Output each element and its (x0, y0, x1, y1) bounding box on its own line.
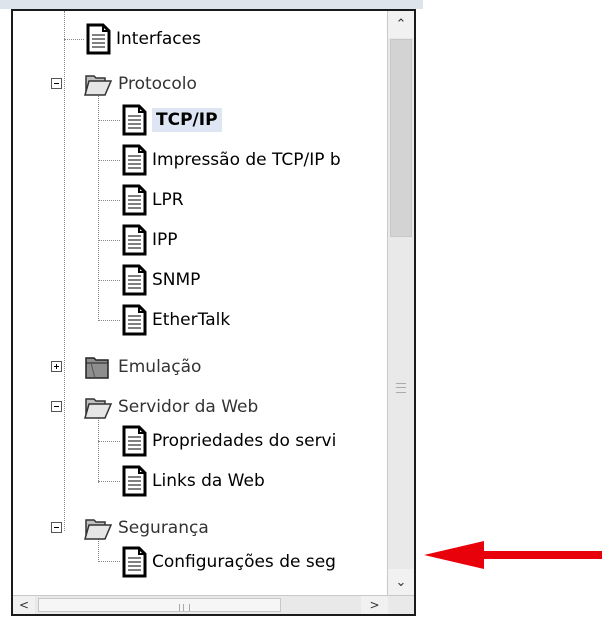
tree-item-label: Configurações de seg (152, 552, 336, 572)
tree-item-label: Interfaces (116, 29, 201, 49)
tree-item-interfaces[interactable]: Interfaces (81, 21, 201, 57)
scroll-grip-icon (396, 383, 406, 393)
document-icon (122, 224, 147, 256)
tree-item-servidor-web[interactable]: Servidor da Web (83, 389, 258, 425)
tree-item-seguranca[interactable]: Segurança (83, 510, 209, 546)
collapse-toggle[interactable] (51, 401, 62, 412)
expand-toggle[interactable] (51, 361, 62, 372)
folder-open-icon (84, 75, 113, 96)
document-icon (86, 23, 111, 55)
arrow-left-icon (424, 541, 602, 569)
tree-item-label: TCP/IP (152, 108, 222, 132)
scroll-grip-icon (179, 604, 190, 611)
folder-open-icon (84, 398, 113, 419)
scrollbar-corner (388, 596, 414, 614)
document-icon (122, 465, 147, 497)
horizontal-scrollbar[interactable]: < > (13, 595, 414, 614)
scroll-left-button[interactable]: < (13, 596, 35, 614)
tree-item-snmp[interactable]: SNMP (117, 262, 200, 298)
tree-item-ipp[interactable]: IPP (117, 222, 178, 258)
tree-item-lpr[interactable]: LPR (117, 182, 184, 218)
tree-panel: Interfaces Protocolo TCP/IP Impressão de… (11, 9, 416, 616)
horizontal-scroll-thumb[interactable] (38, 598, 281, 612)
collapse-toggle[interactable] (51, 78, 62, 89)
tree-item-label: Propriedades do servi (152, 431, 337, 451)
scroll-up-button[interactable]: ⌃ (388, 11, 414, 38)
document-icon (122, 546, 147, 578)
chevron-down-icon: ⌄ (395, 574, 407, 590)
tree-item-label: Segurança (118, 518, 209, 538)
tree-line (98, 93, 99, 321)
tree-line (64, 11, 65, 531)
tree-item-label: EtherTalk (152, 310, 231, 330)
tree-item-label: SNMP (152, 270, 201, 290)
tree-item-label: LPR (152, 190, 184, 210)
tree-item-impressao-tcpip[interactable]: Impressão de TCP/IP b (117, 142, 341, 178)
tree-item-configuracoes-seguranca[interactable]: Configurações de seg (117, 544, 336, 580)
tree-item-propriedades[interactable]: Propriedades do servi (117, 423, 336, 459)
tree-item-emulacao[interactable]: Emulação (83, 349, 201, 385)
document-icon (122, 184, 147, 216)
document-icon (122, 425, 147, 457)
folder-open-icon (84, 519, 113, 540)
tree-item-protocolo[interactable]: Protocolo (83, 66, 197, 102)
tree-item-label: IPP (152, 230, 178, 250)
folder-closed-icon (85, 357, 109, 379)
tree-item-links-web[interactable]: Links da Web (117, 463, 265, 499)
tree-item-label: Links da Web (152, 471, 265, 491)
tree-line (98, 415, 99, 483)
tree-item-ethertalk[interactable]: EtherTalk (117, 302, 230, 338)
tree-item-label: Emulação (118, 357, 202, 377)
document-icon (122, 144, 147, 176)
tree-item-label: Servidor da Web (118, 397, 259, 417)
vertical-scroll-thumb[interactable] (390, 39, 412, 237)
tree-view: Interfaces Protocolo TCP/IP Impressão de… (13, 11, 387, 595)
tree-item-tcpip[interactable]: TCP/IP (117, 102, 222, 138)
chevron-right-icon: > (369, 598, 380, 612)
document-icon (122, 264, 147, 296)
tree-item-label: Impressão de TCP/IP b (152, 150, 341, 170)
scroll-right-button[interactable]: > (361, 596, 388, 614)
document-icon (122, 104, 147, 136)
chevron-left-icon: < (18, 598, 30, 612)
collapse-toggle[interactable] (51, 522, 62, 533)
scroll-down-button[interactable]: ⌄ (388, 569, 414, 595)
tree-item-label: Protocolo (118, 74, 197, 94)
top-strip (0, 0, 423, 9)
vertical-scrollbar[interactable]: ⌃ ⌄ (387, 11, 414, 595)
chevron-up-icon: ⌃ (395, 17, 407, 32)
document-icon (122, 304, 147, 336)
